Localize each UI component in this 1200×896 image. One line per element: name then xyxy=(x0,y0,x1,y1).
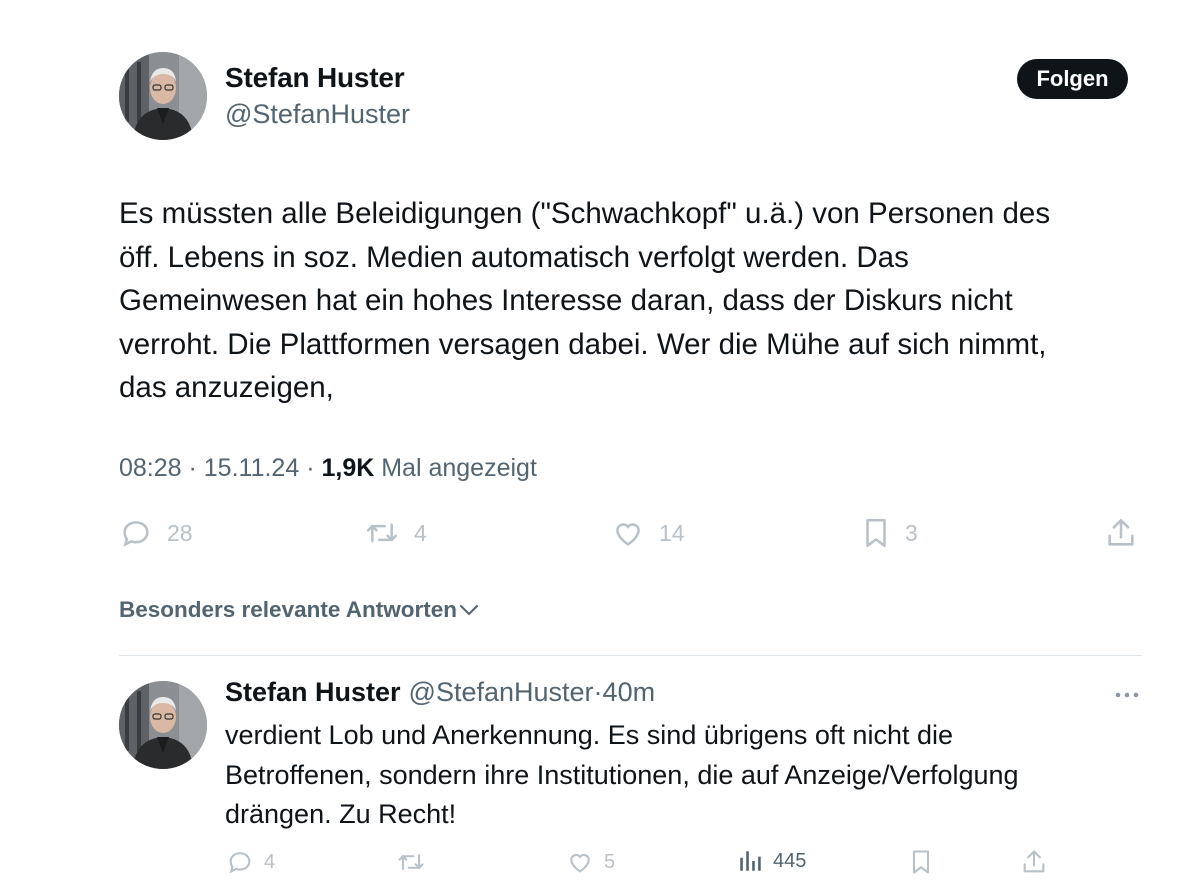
reply-time[interactable]: 40m xyxy=(603,677,656,707)
tweet-date[interactable]: 15.11.24 xyxy=(204,454,299,482)
meta-separator: · xyxy=(181,454,204,482)
tweet-time[interactable]: 08:28 xyxy=(119,454,182,482)
repost-icon xyxy=(398,854,424,870)
share-button[interactable] xyxy=(1104,516,1138,550)
reply-share-button[interactable] xyxy=(1020,848,1048,876)
chevron-down-icon xyxy=(460,605,479,615)
reply-text: verdient Lob und Anerkennung. Es sind üb… xyxy=(225,716,1145,835)
tweet-text: Es müssten alle Beleidigungen ("Schwachk… xyxy=(119,192,1149,410)
share-icon xyxy=(1108,518,1134,546)
views-icon xyxy=(740,851,761,871)
reply-avatar[interactable] xyxy=(119,681,207,769)
meta-separator: · xyxy=(299,454,322,482)
avatar[interactable] xyxy=(119,52,207,140)
reply-reply-count: 4 xyxy=(264,850,276,873)
reply-icon xyxy=(229,852,251,874)
reply-text-line: drängen. Zu Recht! xyxy=(225,799,457,829)
tweet-text-line: Es müssten alle Beleidigungen ("Schwachk… xyxy=(119,197,1051,230)
tweet-detail-page: Stefan Huster @StefanHuster Folgen Es mü… xyxy=(0,0,1200,896)
bookmark-count: 3 xyxy=(905,519,918,546)
bookmark-icon xyxy=(866,518,886,548)
divider xyxy=(119,655,1142,656)
bookmark-button[interactable]: 3 xyxy=(861,516,918,550)
reply-author-name[interactable]: Stefan Huster xyxy=(225,677,401,707)
reply-header: Stefan Huster @StefanHuster·40m xyxy=(225,677,655,708)
like-icon xyxy=(616,523,640,546)
tweet-text-line: öff. Lebens in soz. Medien automatisch v… xyxy=(119,240,909,274)
author-handle[interactable]: @StefanHuster xyxy=(225,99,410,130)
reply-views-button[interactable]: 445 xyxy=(737,848,806,874)
more-icon xyxy=(1115,692,1139,698)
like-icon xyxy=(570,853,590,873)
more-options-button[interactable] xyxy=(1112,680,1142,710)
repost-icon xyxy=(366,523,398,543)
author-display-name[interactable]: Stefan Huster xyxy=(225,62,405,94)
reply-like-button[interactable]: 5 xyxy=(566,848,615,876)
tweet-text-line: verroht. Die Plattformen versagen dabei.… xyxy=(119,327,1047,361)
tweet-text-line: das anzuzeigen, xyxy=(119,371,334,405)
repost-count: 4 xyxy=(414,519,427,546)
repost-button[interactable]: 4 xyxy=(364,516,427,550)
replies-sort-label: Besonders relevante Antworten xyxy=(119,597,458,622)
view-count[interactable]: 1,9K xyxy=(321,454,374,482)
reply-icon xyxy=(123,521,149,547)
reply-separator: · xyxy=(593,677,603,707)
reply-count: 28 xyxy=(167,519,193,546)
reply-button[interactable]: 28 xyxy=(119,516,193,550)
reply-view-count: 445 xyxy=(773,849,807,872)
reply-repost-button[interactable] xyxy=(396,848,436,876)
like-count: 14 xyxy=(659,519,685,546)
view-count-label: Mal angezeigt xyxy=(381,454,537,482)
reply-text-line: Betroffenen, sondern ihre Institutionen,… xyxy=(225,759,1019,790)
share-icon xyxy=(1023,850,1045,873)
bookmark-icon xyxy=(912,850,930,874)
reply-author-handle[interactable]: @StefanHuster xyxy=(409,677,594,707)
follow-button[interactable]: Folgen xyxy=(1017,59,1128,99)
reply-like-count: 5 xyxy=(604,850,616,873)
like-button[interactable]: 14 xyxy=(611,516,685,550)
tweet-text-line: Gemeinwesen hat ein hohes Interesse dara… xyxy=(119,284,1013,318)
tweet-meta: 08:28 · 15.11.24 · 1,9K Mal angezeigt xyxy=(119,454,537,483)
reply-text-line: verdient Lob und Anerkennung. Es sind üb… xyxy=(225,720,953,750)
reply-reply-button[interactable]: 4 xyxy=(226,848,275,876)
replies-sort-dropdown[interactable]: Besonders relevante Antworten xyxy=(119,597,481,623)
reply-bookmark-button[interactable] xyxy=(909,848,933,876)
